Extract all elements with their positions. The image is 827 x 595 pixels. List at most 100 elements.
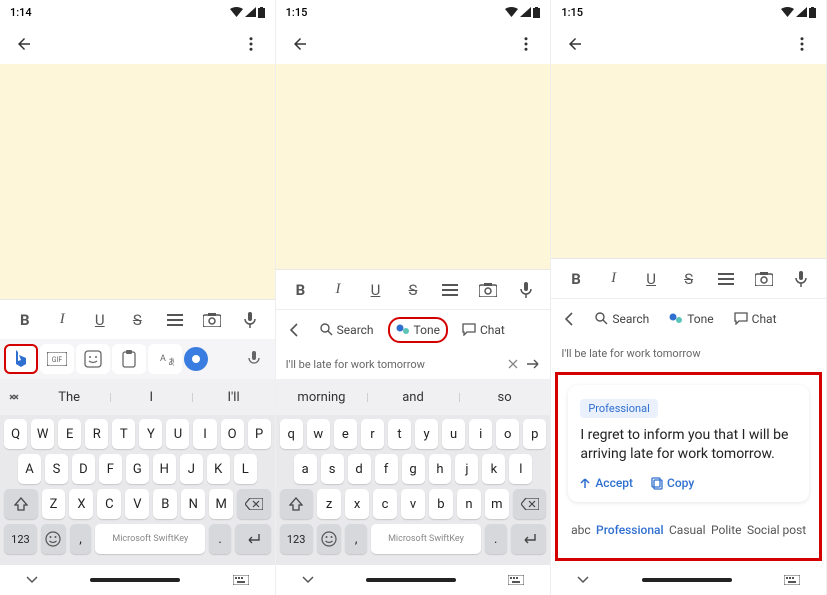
italic-button[interactable]: I <box>601 266 627 292</box>
key-m[interactable]: M <box>209 489 233 519</box>
bold-button[interactable]: B <box>563 266 589 292</box>
submit-icon[interactable] <box>526 359 540 369</box>
key-j[interactable]: J <box>180 454 203 484</box>
key-w[interactable]: W <box>31 419 54 449</box>
key-g[interactable]: G <box>126 454 149 484</box>
home-indicator[interactable] <box>642 578 732 582</box>
key-enter[interactable] <box>235 524 271 554</box>
key-space[interactable]: Microsoft SwiftKey <box>371 524 481 554</box>
bing-back-button[interactable] <box>282 318 306 342</box>
suggestion-3[interactable]: I'll <box>192 390 274 405</box>
key-q[interactable]: Q <box>4 419 27 449</box>
suggestion-close[interactable] <box>0 391 28 403</box>
translate-button[interactable]: Aあ <box>148 344 182 374</box>
bing-icon[interactable] <box>4 344 38 374</box>
more-button[interactable] <box>239 32 263 56</box>
key-z[interactable]: z <box>317 489 341 519</box>
key-d[interactable]: D <box>72 454 95 484</box>
key-k[interactable]: K <box>207 454 230 484</box>
key-123[interactable]: 123 <box>4 524 37 554</box>
italic-button[interactable]: I <box>325 277 351 303</box>
key-h[interactable]: h <box>429 454 452 484</box>
key-n[interactable]: N <box>181 489 205 519</box>
key-period[interactable]: . <box>209 524 231 554</box>
tone-tab-polite[interactable]: Polite <box>711 523 741 537</box>
key-p[interactable]: p <box>523 419 546 449</box>
key-l[interactable]: L <box>234 454 257 484</box>
list-button[interactable] <box>437 277 463 303</box>
key-123[interactable]: 123 <box>280 524 313 554</box>
bing-tone-tab[interactable]: Tone <box>388 317 448 343</box>
key-v[interactable]: v <box>401 489 425 519</box>
accept-button[interactable]: Accept <box>580 476 633 490</box>
key-e[interactable]: E <box>58 419 81 449</box>
back-button[interactable] <box>288 32 312 56</box>
suggestion-3[interactable]: so <box>459 390 551 405</box>
home-indicator[interactable] <box>90 578 180 582</box>
key-v[interactable]: V <box>125 489 149 519</box>
tone-tab-professional[interactable]: Professional <box>596 523 664 537</box>
key-emoji[interactable] <box>317 524 342 554</box>
key-j[interactable]: j <box>455 454 478 484</box>
key-shift[interactable] <box>4 489 38 519</box>
key-d[interactable]: d <box>348 454 371 484</box>
key-f[interactable]: F <box>99 454 122 484</box>
copy-button[interactable]: Copy <box>651 476 694 490</box>
bing-back-button[interactable] <box>557 307 581 331</box>
key-backspace[interactable] <box>237 489 271 519</box>
key-y[interactable]: y <box>415 419 438 449</box>
key-q[interactable]: q <box>280 419 303 449</box>
underline-button[interactable]: U <box>362 277 388 303</box>
keyboard-switch-icon[interactable] <box>784 575 800 585</box>
bing-tone-tab[interactable]: Tone <box>663 308 719 330</box>
key-c[interactable]: c <box>373 489 397 519</box>
key-g[interactable]: g <box>402 454 425 484</box>
key-l[interactable]: l <box>509 454 532 484</box>
key-n[interactable]: n <box>457 489 481 519</box>
key-h[interactable]: H <box>153 454 176 484</box>
key-f[interactable]: f <box>375 454 398 484</box>
key-t[interactable]: T <box>112 419 135 449</box>
suggestion-2[interactable]: and <box>367 390 459 405</box>
gif-button[interactable]: GIF <box>40 344 74 374</box>
key-u[interactable]: U <box>166 419 189 449</box>
key-r[interactable]: R <box>85 419 108 449</box>
nav-collapse-icon[interactable] <box>26 576 38 584</box>
tone-tab-abc[interactable]: abc <box>571 523 591 537</box>
sticker-button[interactable] <box>76 344 110 374</box>
key-z[interactable]: Z <box>42 489 66 519</box>
key-s[interactable]: S <box>45 454 68 484</box>
tone-tab-casual[interactable]: Casual <box>669 523 706 537</box>
key-y[interactable]: Y <box>139 419 162 449</box>
back-button[interactable] <box>12 32 36 56</box>
suggestion-1[interactable]: morning <box>276 390 368 405</box>
note-body[interactable] <box>0 64 275 299</box>
key-e[interactable]: e <box>334 419 357 449</box>
note-body[interactable] <box>276 64 551 269</box>
more-button[interactable] <box>790 32 814 56</box>
key-s[interactable]: s <box>321 454 344 484</box>
strike-button[interactable]: S <box>124 307 150 333</box>
bold-button[interactable]: B <box>12 307 38 333</box>
mic-button[interactable] <box>237 307 263 333</box>
clear-icon[interactable] <box>508 359 518 369</box>
mic-keyboard-button[interactable] <box>237 344 271 374</box>
underline-button[interactable]: U <box>638 266 664 292</box>
key-enter[interactable] <box>511 524 547 554</box>
more-button[interactable] <box>514 32 538 56</box>
nav-collapse-icon[interactable] <box>577 576 589 584</box>
keyboard-switch-icon[interactable] <box>508 575 524 585</box>
back-button[interactable] <box>563 32 587 56</box>
key-m[interactable]: m <box>485 489 509 519</box>
camera-button[interactable] <box>751 266 777 292</box>
key-x[interactable]: X <box>69 489 93 519</box>
bing-input-text[interactable]: I'll be late for work tomorrow <box>561 347 816 360</box>
key-a[interactable]: a <box>294 454 317 484</box>
key-c[interactable]: C <box>97 489 121 519</box>
key-b[interactable]: b <box>429 489 453 519</box>
bing-search-tab[interactable]: Search <box>314 319 380 341</box>
key-t[interactable]: t <box>388 419 411 449</box>
camera-button[interactable] <box>475 277 501 303</box>
key-o[interactable]: O <box>221 419 244 449</box>
key-i[interactable]: i <box>469 419 492 449</box>
